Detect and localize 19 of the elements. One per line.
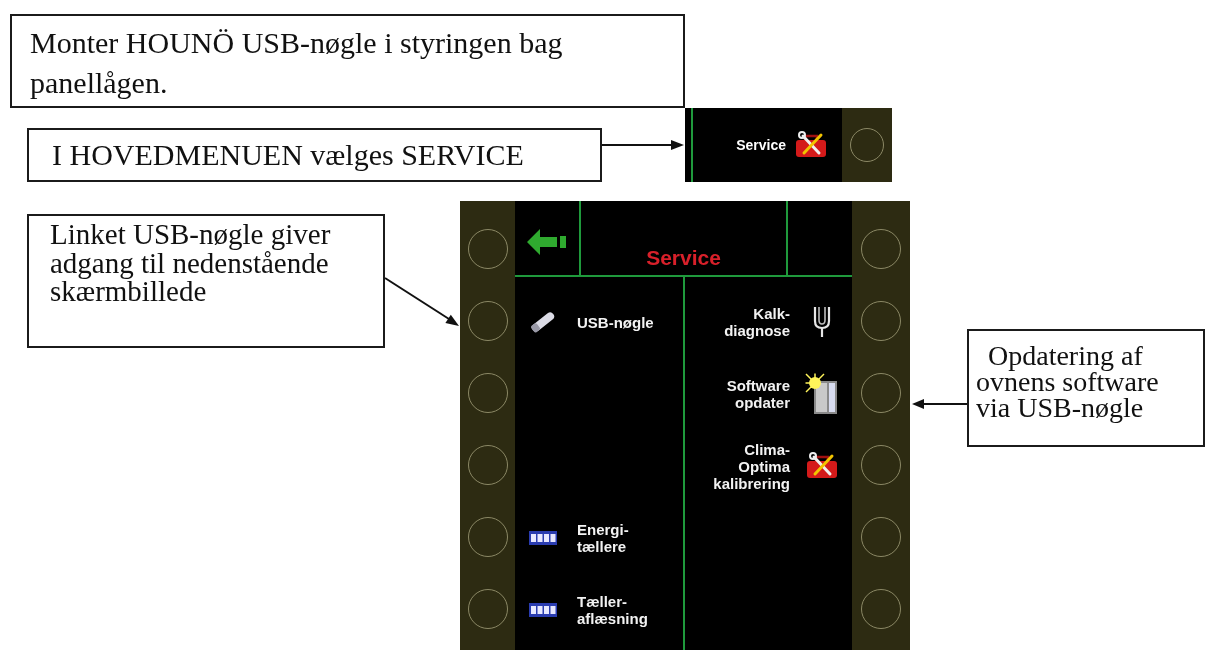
callout: Monter HOUNÖ USB-nøgle i styringen bag panellågen. — [10, 14, 685, 108]
callout: Linket USB-nøgle giver adgang til nedenstående skærmbillede — [27, 214, 385, 348]
back-arrow-icon[interactable] — [527, 229, 567, 255]
menu-item[interactable]: Clima- Optima kalibrering — [713, 440, 840, 492]
counter-icon — [529, 603, 557, 617]
menu-item[interactable]: Tæller- aflæsning — [525, 593, 648, 627]
arrow — [912, 399, 968, 409]
toolbox-icon — [794, 131, 828, 159]
menu-item[interactable]: USB-nøgle — [525, 311, 654, 333]
menu-item[interactable]: Kalk- diagnose — [724, 305, 840, 339]
menu-item[interactable]: Software opdater — [726, 373, 840, 415]
tuning-fork-icon — [812, 306, 832, 338]
menu-item[interactable]: Energi- tællere — [525, 521, 629, 555]
toolbox-icon — [805, 452, 839, 480]
callout: Opdatering af ovnens software via USB-nøgle — [967, 329, 1205, 447]
counter-icon — [529, 531, 557, 545]
screen-title: Service — [646, 246, 721, 270]
cabinet-icon — [805, 373, 839, 415]
callout: I HOVEDMENUEN vælges SERVICE — [27, 128, 602, 182]
